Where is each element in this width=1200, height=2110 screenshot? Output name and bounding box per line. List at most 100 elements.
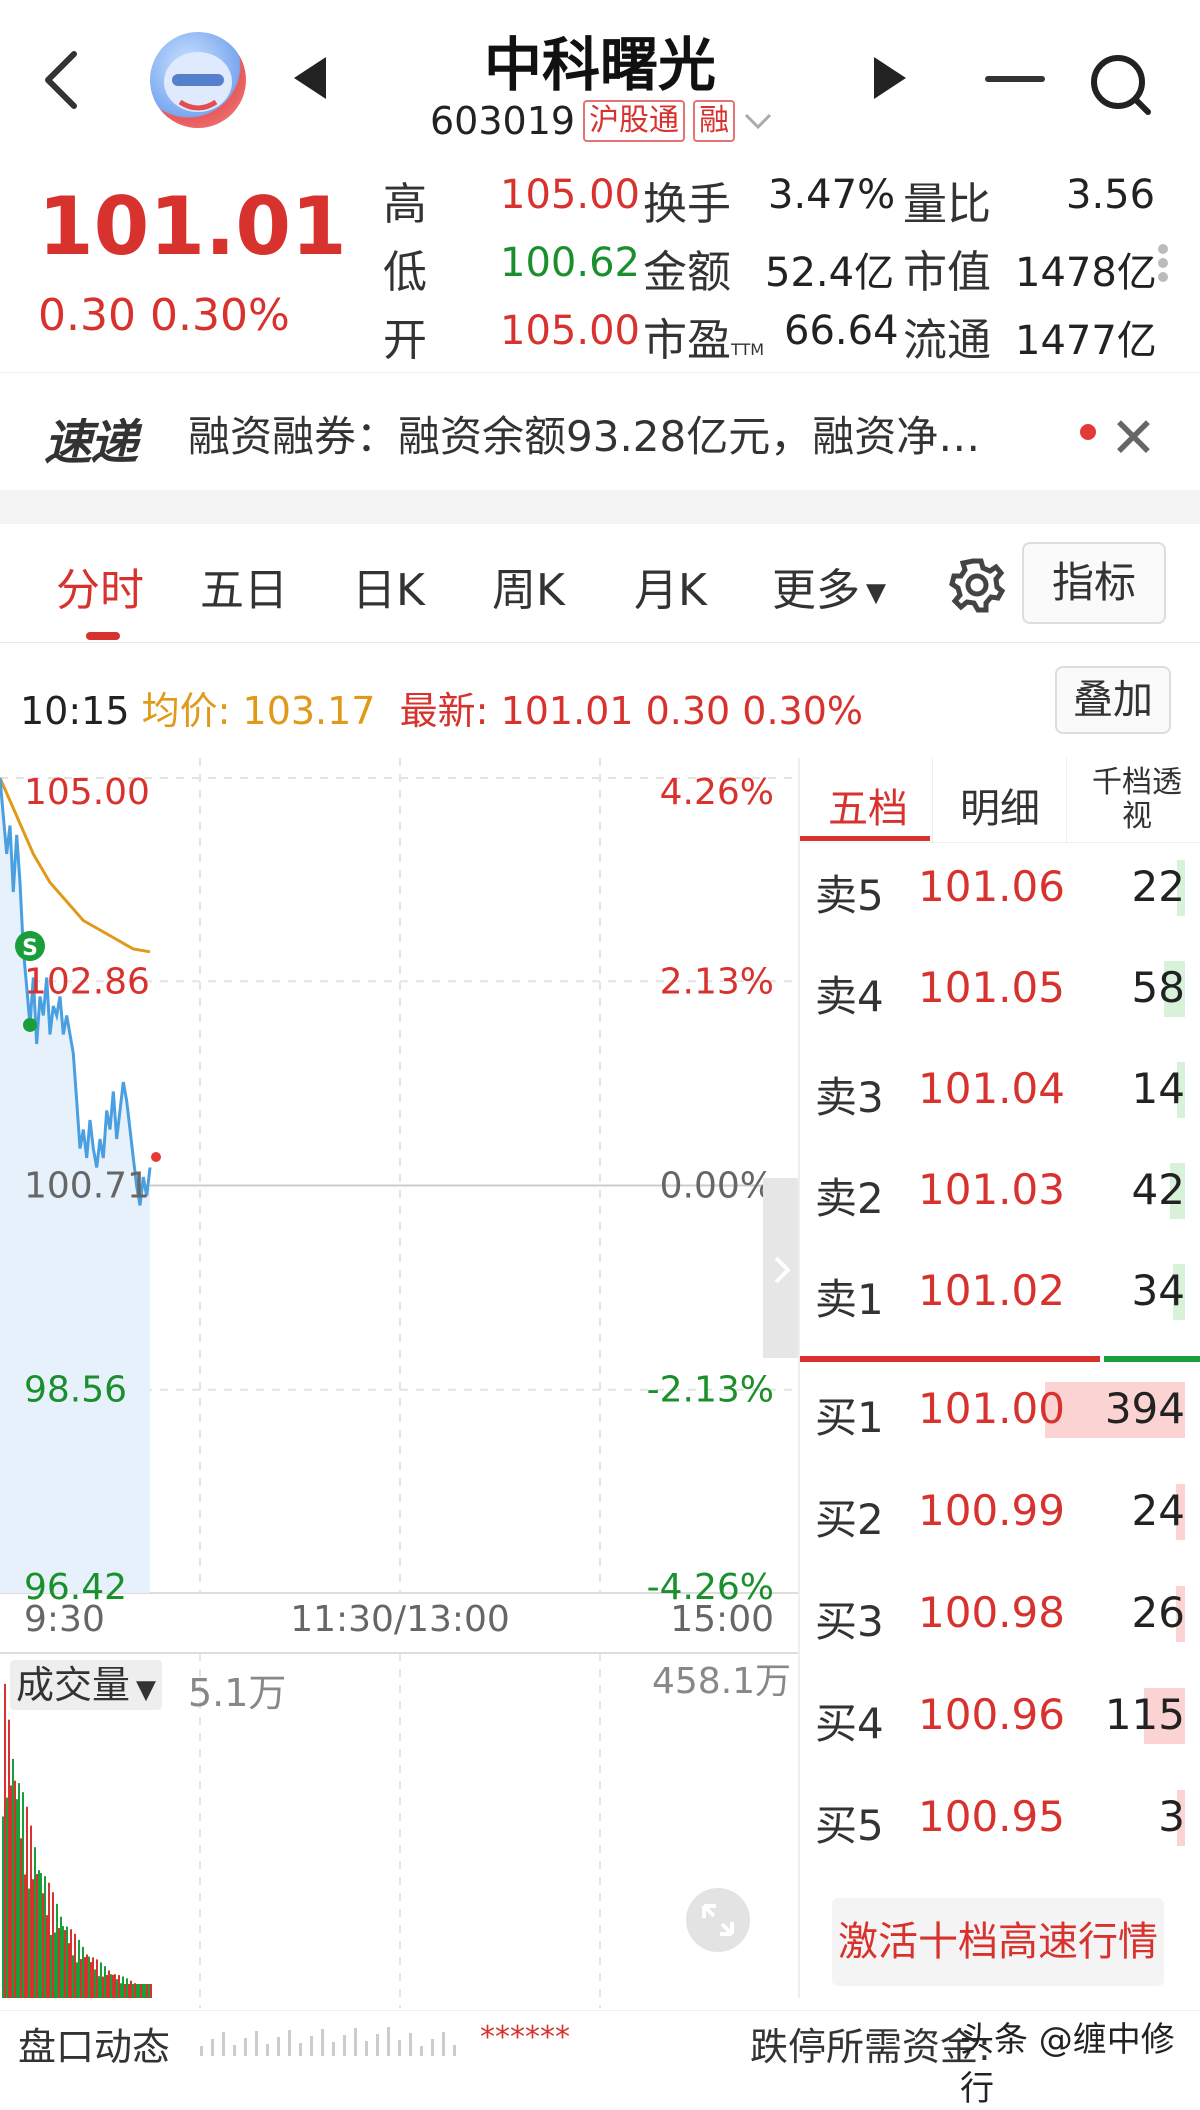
- stat-label-high: 高: [383, 179, 427, 230]
- footer-tick: [288, 2030, 291, 2056]
- ask-label: 卖3: [815, 1073, 884, 1122]
- tab-five-day[interactable]: 五日: [200, 554, 288, 618]
- y-tick-left: 102.86: [24, 961, 150, 1002]
- volume-bar: [54, 1932, 56, 1998]
- bid-price: 100.99: [918, 1486, 1065, 1535]
- bid-row[interactable]: 买1 101.00 394: [815, 1380, 1185, 1442]
- panel-divider: [798, 758, 800, 1998]
- volume-bar: [76, 1962, 78, 1998]
- activate-level10-button[interactable]: 激活十档高速行情: [832, 1898, 1164, 1986]
- change-percent: 0.30%: [149, 290, 290, 341]
- pe-ttm-sub: TTM: [731, 340, 765, 359]
- signal-s-label: S: [22, 936, 38, 961]
- footer-tick: [376, 2034, 379, 2056]
- volume-bar: [102, 1976, 104, 1998]
- volume-bar: [132, 1984, 134, 1998]
- close-icon[interactable]: ✕: [1110, 406, 1157, 471]
- bid-label: 买4: [815, 1699, 884, 1748]
- volume-bar: [82, 1946, 84, 1998]
- footer-tick: [321, 2029, 324, 2056]
- settings-gear-icon[interactable]: [948, 556, 1006, 614]
- volume-bar: [126, 1978, 128, 1998]
- tab-five-level[interactable]: 五档: [828, 776, 908, 834]
- chevron-down-icon[interactable]: [743, 111, 773, 131]
- volume-max: 458.1万: [652, 1661, 792, 1702]
- ask-row[interactable]: 卖5 101.06 22: [815, 858, 1185, 920]
- news-ticker[interactable]: 速递 融资融券：融资余额93.28亿元，融资净…: [0, 372, 1200, 491]
- avatar[interactable]: [150, 32, 246, 128]
- bid-price: 100.98: [918, 1588, 1065, 1637]
- search-icon[interactable]: [1088, 52, 1152, 116]
- ask-row[interactable]: 卖3 101.04 14: [815, 1060, 1185, 1122]
- ask-volume: 14: [1131, 1064, 1185, 1113]
- volume-bar: [44, 1876, 46, 1998]
- stat-value-low: 100.62: [500, 240, 640, 286]
- prev-stock-icon[interactable]: [290, 55, 330, 101]
- volume-bar: [116, 1979, 118, 1998]
- stat-label-low: 低: [383, 247, 427, 298]
- footer-tick: [354, 2028, 357, 2056]
- tag-hk-connect[interactable]: 沪股通: [583, 100, 686, 142]
- volume-selector-label: 成交量: [16, 1663, 131, 1707]
- ask-price: 101.06: [918, 862, 1065, 911]
- bid-row[interactable]: 买3 100.98 26: [815, 1584, 1185, 1646]
- bid-row[interactable]: 买2 100.99 24: [815, 1482, 1185, 1544]
- volume-bar: [78, 1939, 80, 1998]
- ask-row[interactable]: 卖4 101.05 58: [815, 959, 1185, 1021]
- volume-bar: [134, 1983, 136, 1998]
- minimize-icon[interactable]: [985, 76, 1045, 82]
- price-change: 0.30 0.30%: [38, 290, 290, 341]
- footer-tick: [200, 2046, 203, 2056]
- footer-tick: [442, 2032, 445, 2056]
- bid-row[interactable]: 买4 100.96 115: [815, 1686, 1185, 1748]
- volume-bar: [94, 1969, 96, 1998]
- header: 中科曙光 603019 沪股通 融: [0, 0, 1200, 160]
- stat-label-amount: 金额: [643, 247, 731, 298]
- ask-row[interactable]: 卖1 101.02 34: [815, 1262, 1185, 1324]
- overlay-button[interactable]: 叠加: [1055, 666, 1171, 734]
- volume-bar: [72, 1955, 74, 1998]
- ask-volume: 42: [1131, 1165, 1185, 1214]
- volume-selector[interactable]: 成交量 ▼: [10, 1660, 163, 1710]
- intraday-chart[interactable]: S 105.00 4.26% 102.86 2.13% 100.71 0.00% 98.56…: [0, 758, 800, 2008]
- news-text[interactable]: 融资融券：融资余额93.28亿元，融资净…: [188, 403, 980, 464]
- ask-price: 101.03: [918, 1165, 1065, 1214]
- signal-dot: [23, 1017, 37, 1032]
- ob-divider: [1066, 758, 1067, 842]
- footer-order-dynamics[interactable]: 盘口动态: [18, 2016, 170, 2071]
- bid-row[interactable]: 买5 100.95 3: [815, 1788, 1185, 1850]
- stat-label-volratio: 量比: [903, 179, 991, 230]
- pe-label: 市盈: [643, 315, 731, 366]
- change-value: 0.30: [38, 290, 136, 341]
- orderbook-tabs: 五档 明细 千档透视: [800, 758, 1200, 843]
- ask-row[interactable]: 卖2 101.03 42: [815, 1161, 1185, 1223]
- volume-bar: [90, 1962, 92, 1998]
- stat-value-open: 105.00: [500, 308, 640, 354]
- ob-divider: [932, 758, 933, 842]
- volume-bar: [114, 1974, 116, 1998]
- tab-more[interactable]: 更多 ▼: [772, 554, 886, 618]
- footer-tick: [453, 2045, 456, 2056]
- back-arrow-icon[interactable]: [40, 48, 84, 112]
- expand-icon[interactable]: [686, 1888, 750, 1952]
- tab-detail[interactable]: 明细: [960, 776, 1040, 834]
- collapse-handle[interactable]: [763, 1178, 799, 1358]
- tab-intraday[interactable]: 分时: [56, 554, 144, 618]
- active-tab-indicator: [86, 632, 120, 640]
- footer-tick: [277, 2037, 280, 2056]
- volume-bar: [36, 1874, 38, 1998]
- volume-bar: [60, 1916, 62, 1998]
- tab-weekly-k[interactable]: 周K: [492, 554, 565, 618]
- tag-margin[interactable]: 融: [693, 100, 736, 142]
- tab-depth[interactable]: 千档透视: [1082, 766, 1192, 834]
- volume-bars: [2, 1683, 152, 1998]
- next-stock-icon[interactable]: [870, 55, 910, 101]
- more-vertical-icon[interactable]: [1158, 240, 1168, 286]
- bid-price: 101.00: [918, 1384, 1065, 1433]
- ask-label: 卖5: [815, 871, 884, 920]
- footer-tick: [365, 2041, 368, 2056]
- stock-code: 603019: [430, 99, 576, 143]
- tab-daily-k[interactable]: 日K: [352, 554, 425, 618]
- tab-monthly-k[interactable]: 月K: [634, 554, 707, 618]
- indicator-button[interactable]: 指标: [1022, 542, 1166, 624]
